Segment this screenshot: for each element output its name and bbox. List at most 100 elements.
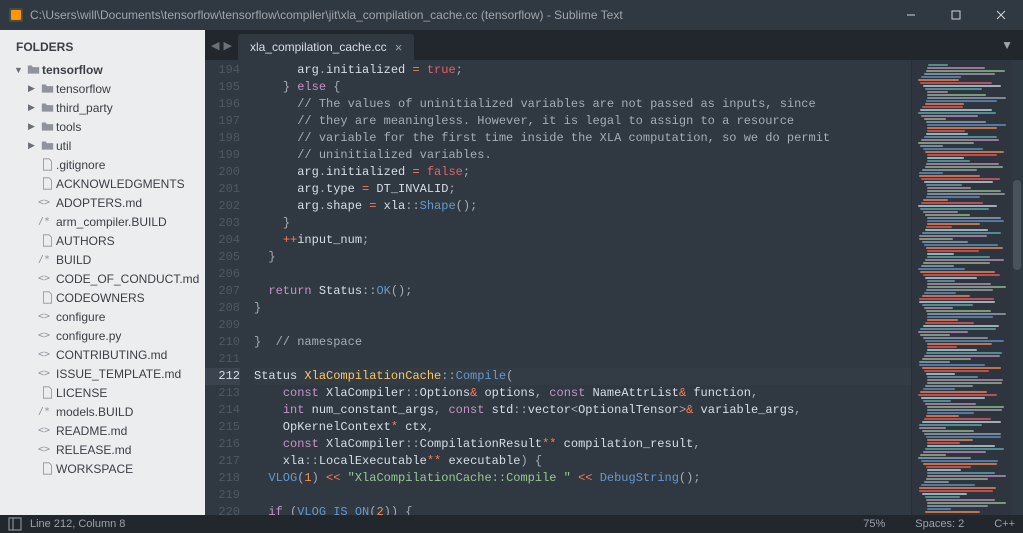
tree-file[interactable]: ACKNOWLEDGMENTS <box>0 174 205 193</box>
panel-switcher-icon[interactable] <box>8 517 22 531</box>
tree-file[interactable]: <>CONTRIBUTING.md <box>0 345 205 364</box>
code-line[interactable]: VLOG(1) << "XlaCompilationCache::Compile… <box>254 470 911 487</box>
code-line[interactable] <box>254 266 911 283</box>
status-indentation[interactable]: Spaces: 2 <box>915 518 964 530</box>
tree-file[interactable]: AUTHORS <box>0 231 205 250</box>
window-close-button[interactable] <box>978 0 1023 30</box>
line-number[interactable]: 205 <box>205 249 240 266</box>
status-percent[interactable]: 75% <box>863 518 885 530</box>
line-number[interactable]: 206 <box>205 266 240 283</box>
line-number[interactable]: 203 <box>205 215 240 232</box>
file-icon <box>38 234 56 247</box>
line-number[interactable]: 207 <box>205 283 240 300</box>
tree-file[interactable]: /*BUILD <box>0 250 205 269</box>
status-syntax[interactable]: C++ <box>994 518 1015 530</box>
tree-file[interactable]: <>CODE_OF_CONDUCT.md <box>0 269 205 288</box>
tab-menu-icon[interactable]: ▼ <box>991 30 1023 60</box>
line-number[interactable]: 201 <box>205 181 240 198</box>
line-number[interactable]: 211 <box>205 351 240 368</box>
line-number[interactable]: 200 <box>205 164 240 181</box>
code-line[interactable]: } <box>254 300 911 317</box>
line-number[interactable]: 197 <box>205 113 240 130</box>
line-number[interactable]: 194 <box>205 62 240 79</box>
code-line[interactable]: int num_constant_args, const std::vector… <box>254 402 911 419</box>
code-line[interactable]: arg.initialized = false; <box>254 164 911 181</box>
folder-tree[interactable]: ▼ tensorflow ▶tensorflow▶third_party▶too… <box>0 60 205 515</box>
line-number[interactable]: 199 <box>205 147 240 164</box>
code-line[interactable]: const XlaCompiler::Options& options, con… <box>254 385 911 402</box>
tree-file[interactable]: LICENSE <box>0 383 205 402</box>
code-line[interactable] <box>254 351 911 368</box>
code-line[interactable]: } <box>254 249 911 266</box>
line-number[interactable]: 219 <box>205 487 240 504</box>
tree-file[interactable]: .gitignore <box>0 155 205 174</box>
line-number[interactable]: 208 <box>205 300 240 317</box>
line-number[interactable]: 213 <box>205 385 240 402</box>
tree-file[interactable]: <>configure <box>0 307 205 326</box>
code-editor[interactable]: 1941951961971981992002012022032042052062… <box>205 60 1023 515</box>
scrollbar-thumb[interactable] <box>1013 180 1021 270</box>
vertical-scrollbar[interactable] <box>1011 60 1023 515</box>
tree-label: CONTRIBUTING.md <box>56 348 167 362</box>
window-maximize-button[interactable] <box>933 0 978 30</box>
tree-file[interactable]: <>ADOPTERS.md <box>0 193 205 212</box>
line-number[interactable]: 214 <box>205 402 240 419</box>
tree-folder[interactable]: ▶util <box>0 136 205 155</box>
line-number[interactable]: 212 <box>205 368 240 385</box>
code-line[interactable]: } <box>254 215 911 232</box>
tree-root-tensorflow[interactable]: ▼ tensorflow <box>0 60 205 79</box>
line-number[interactable]: 198 <box>205 130 240 147</box>
code-line[interactable]: ++input_num; <box>254 232 911 249</box>
code-line[interactable]: OpKernelContext* ctx, <box>254 419 911 436</box>
tree-file[interactable]: <>ISSUE_TEMPLATE.md <box>0 364 205 383</box>
line-number[interactable]: 216 <box>205 436 240 453</box>
tree-folder[interactable]: ▶tensorflow <box>0 79 205 98</box>
line-number[interactable]: 217 <box>205 453 240 470</box>
tab-nav-forward-icon[interactable]: ▶ <box>223 39 231 52</box>
code-line[interactable]: const XlaCompiler::CompilationResult** c… <box>254 436 911 453</box>
code-line[interactable]: // they are meaningless. However, it is … <box>254 113 911 130</box>
tree-file[interactable]: WORKSPACE <box>0 459 205 478</box>
code-line[interactable]: } else { <box>254 79 911 96</box>
code-line[interactable]: arg.type = DT_INVALID; <box>254 181 911 198</box>
code-line[interactable]: arg.shape = xla::Shape(); <box>254 198 911 215</box>
code-line[interactable]: // uninitialized variables. <box>254 147 911 164</box>
tab-close-icon[interactable]: × <box>395 40 403 55</box>
line-number[interactable]: 220 <box>205 504 240 515</box>
tree-folder[interactable]: ▶tools <box>0 117 205 136</box>
tree-file[interactable]: /*models.BUILD <box>0 402 205 421</box>
line-number[interactable]: 210 <box>205 334 240 351</box>
tree-file[interactable]: <>configure.py <box>0 326 205 345</box>
chevron-down-icon: ▼ <box>14 65 24 75</box>
line-number[interactable]: 218 <box>205 470 240 487</box>
code-line[interactable]: if (VLOG_IS_ON(2)) { <box>254 504 911 515</box>
line-number[interactable]: 202 <box>205 198 240 215</box>
line-number[interactable]: 196 <box>205 96 240 113</box>
tab-active[interactable]: xla_compilation_cache.cc × <box>238 34 414 60</box>
code-line[interactable]: xla::LocalExecutable** executable) { <box>254 453 911 470</box>
tree-folder[interactable]: ▶third_party <box>0 98 205 117</box>
line-number[interactable]: 209 <box>205 317 240 334</box>
line-number[interactable]: 215 <box>205 419 240 436</box>
tree-file[interactable]: <>README.md <box>0 421 205 440</box>
code-line[interactable]: Status XlaCompilationCache::Compile( <box>254 368 911 385</box>
tree-file[interactable]: /*arm_compiler.BUILD <box>0 212 205 231</box>
line-number[interactable]: 195 <box>205 79 240 96</box>
code-line[interactable]: } // namespace <box>254 334 911 351</box>
file-type-icon: <> <box>38 311 56 322</box>
code-line[interactable]: // variable for the first time inside th… <box>254 130 911 147</box>
code-line[interactable]: // The values of uninitialized variables… <box>254 96 911 113</box>
status-cursor-position[interactable]: Line 212, Column 8 <box>30 518 125 530</box>
code-area[interactable]: arg.initialized = true; } else { // The … <box>250 60 911 515</box>
tree-file[interactable]: CODEOWNERS <box>0 288 205 307</box>
code-line[interactable]: arg.initialized = true; <box>254 62 911 79</box>
tab-nav-back-icon[interactable]: ◀ <box>211 39 219 52</box>
window-minimize-button[interactable] <box>888 0 933 30</box>
code-line[interactable] <box>254 317 911 334</box>
line-gutter[interactable]: 1941951961971981992002012022032042052062… <box>205 60 250 515</box>
code-line[interactable] <box>254 487 911 504</box>
line-number[interactable]: 204 <box>205 232 240 249</box>
minimap[interactable] <box>911 60 1011 515</box>
code-line[interactable]: return Status::OK(); <box>254 283 911 300</box>
tree-file[interactable]: <>RELEASE.md <box>0 440 205 459</box>
